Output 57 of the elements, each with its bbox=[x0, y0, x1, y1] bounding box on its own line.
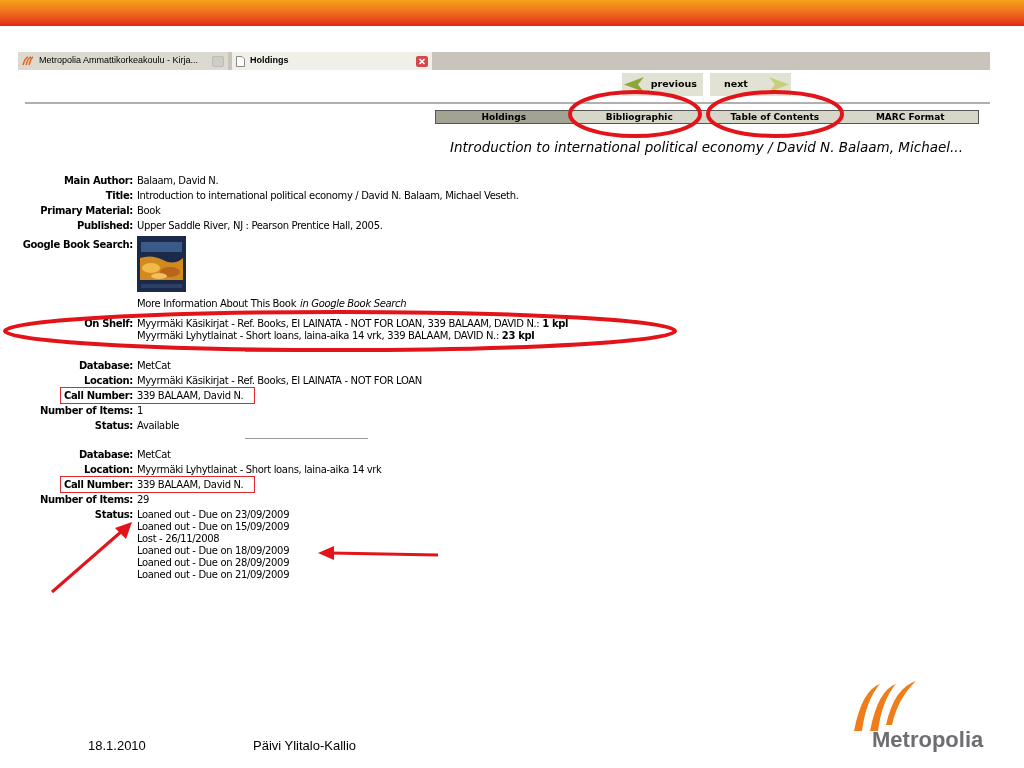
slide-author: Päivi Ylitalo-Kallio bbox=[253, 737, 357, 755]
browser-tab[interactable]: Metropolia Ammattikorkeakoulu - Kirja... bbox=[18, 52, 228, 70]
field-label: Published: bbox=[76, 220, 134, 232]
record-tab[interactable]: Bibliographic bbox=[571, 111, 707, 123]
record-title: Introduction to international political economy / David N. Balaam, Michael... bbox=[450, 139, 963, 155]
record-tab[interactable]: Holdings bbox=[436, 111, 572, 123]
field-label: Database: bbox=[77, 360, 134, 372]
field-value: Upper Saddle River, NJ : Pearson Prentice Hall, 2005. bbox=[137, 220, 383, 232]
field-label: Main Author: bbox=[62, 175, 134, 187]
field-value: Introduction to international political economy / David N. Balaam, Michael Veseth. bbox=[137, 190, 519, 202]
logo-icon bbox=[22, 56, 34, 66]
field-label: Call Number: bbox=[63, 479, 134, 491]
field-label: On Shelf: bbox=[83, 318, 134, 330]
field-value: 339 BALAAM, David N. bbox=[137, 390, 244, 402]
field-value: MetCat bbox=[137, 360, 171, 372]
field-label: Primary Material: bbox=[39, 205, 134, 217]
field-label: Status: bbox=[93, 420, 134, 432]
page-icon bbox=[236, 55, 245, 67]
arrow-icon bbox=[769, 77, 789, 92]
field-label: Status: bbox=[93, 509, 134, 521]
status-line: Loaned out - Due on 23/09/2009 bbox=[137, 509, 290, 521]
field-label: Number of Items: bbox=[38, 405, 134, 417]
field-value: Book bbox=[137, 205, 161, 217]
field-label: Call Number: bbox=[63, 390, 134, 402]
field-value: Myyrmäki Lyhytlainat - Short loans, laina-aika 14 vrk bbox=[137, 464, 382, 476]
shelf-line: Myyrmäki Lyhytlainat - Short loans, laina-aika 14 vrk, 339 BALAAM, DAVID N.: 23 kpl bbox=[137, 330, 536, 342]
status-line: Loaned out - Due on 28/09/2009 bbox=[137, 557, 290, 569]
close-icon[interactable] bbox=[416, 55, 428, 67]
status-line: Lost - 26/11/2008 bbox=[137, 533, 221, 545]
status-line: Loaned out - Due on 21/09/2009 bbox=[137, 569, 290, 581]
field-label: Number of Items: bbox=[38, 494, 134, 506]
status-line: Available bbox=[137, 420, 180, 432]
field-label: Location: bbox=[83, 464, 134, 476]
arrow-icon bbox=[624, 77, 644, 92]
status-line: Loaned out - Due on 15/09/2009 bbox=[137, 521, 290, 533]
field-value: Myyrmäki Käsikirjat - Ref. Books, EI LAINATA - NOT FOR LOAN bbox=[137, 375, 422, 387]
field-value: 29 bbox=[137, 494, 150, 506]
logo-icon bbox=[852, 680, 918, 732]
tab-title: Holdings bbox=[250, 54, 289, 68]
slide-date: 18.1.2010 bbox=[88, 737, 147, 755]
field-label: Location: bbox=[83, 375, 134, 387]
record-tab[interactable]: Table of Contents bbox=[707, 111, 843, 123]
field-value: 1 bbox=[137, 405, 143, 417]
book-info-link[interactable]: More Information About This Book bbox=[137, 298, 297, 310]
field-label: Google Book Search: bbox=[21, 239, 134, 251]
field-label: Database: bbox=[77, 449, 134, 461]
tab-title: Metropolia Ammattikorkeakoulu - Kirja... bbox=[39, 54, 199, 68]
field-label: Title: bbox=[104, 190, 134, 202]
google-search-link[interactable]: in Google Book Search bbox=[300, 298, 407, 310]
logo-text: Metropolia bbox=[872, 728, 984, 752]
status-line: Loaned out - Due on 18/09/2009 bbox=[137, 545, 290, 557]
browser-tab[interactable]: Holdings bbox=[232, 52, 432, 70]
field-value: 339 BALAAM, David N. bbox=[137, 479, 244, 491]
field-value: MetCat bbox=[137, 449, 171, 461]
shelf-line: Myyrmäki Käsikirjat - Ref. Books, EI LAINATA - NOT FOR LOAN, 339 BALAAM, DAVID N.: 1 kpl bbox=[137, 318, 569, 330]
field-value: Balaam, David N. bbox=[137, 175, 219, 187]
record-tab[interactable]: MARC Format bbox=[842, 111, 978, 123]
